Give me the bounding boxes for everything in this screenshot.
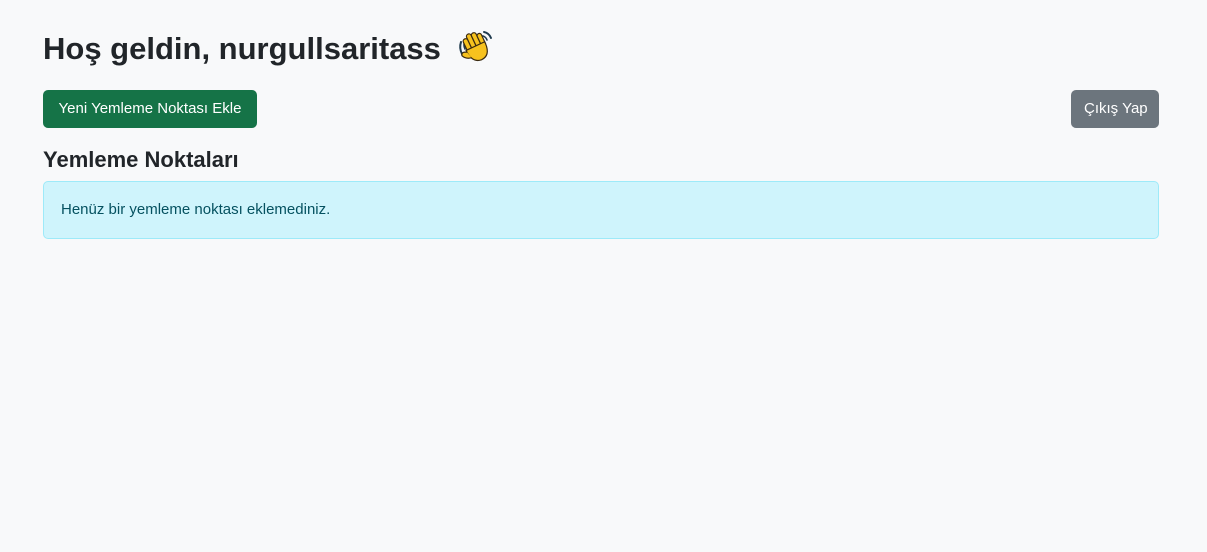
- empty-state-alert: Henüz bir yemleme noktası eklemediniz.: [43, 181, 1159, 239]
- waving-hand-icon: [456, 28, 494, 66]
- feeding-points-title: Yemleme Noktaları: [43, 147, 239, 172]
- greeting-text: Hoş geldin, nurgullsaritass: [43, 31, 441, 66]
- page-title: Hoş geldin, nurgullsaritass: [43, 28, 494, 70]
- add-feeding-point-button[interactable]: Yeni Yemleme Noktası Ekle: [43, 90, 257, 128]
- empty-state-message: Henüz bir yemleme noktası eklemediniz.: [61, 201, 331, 218]
- logout-button[interactable]: Çıkış Yap: [1071, 90, 1159, 128]
